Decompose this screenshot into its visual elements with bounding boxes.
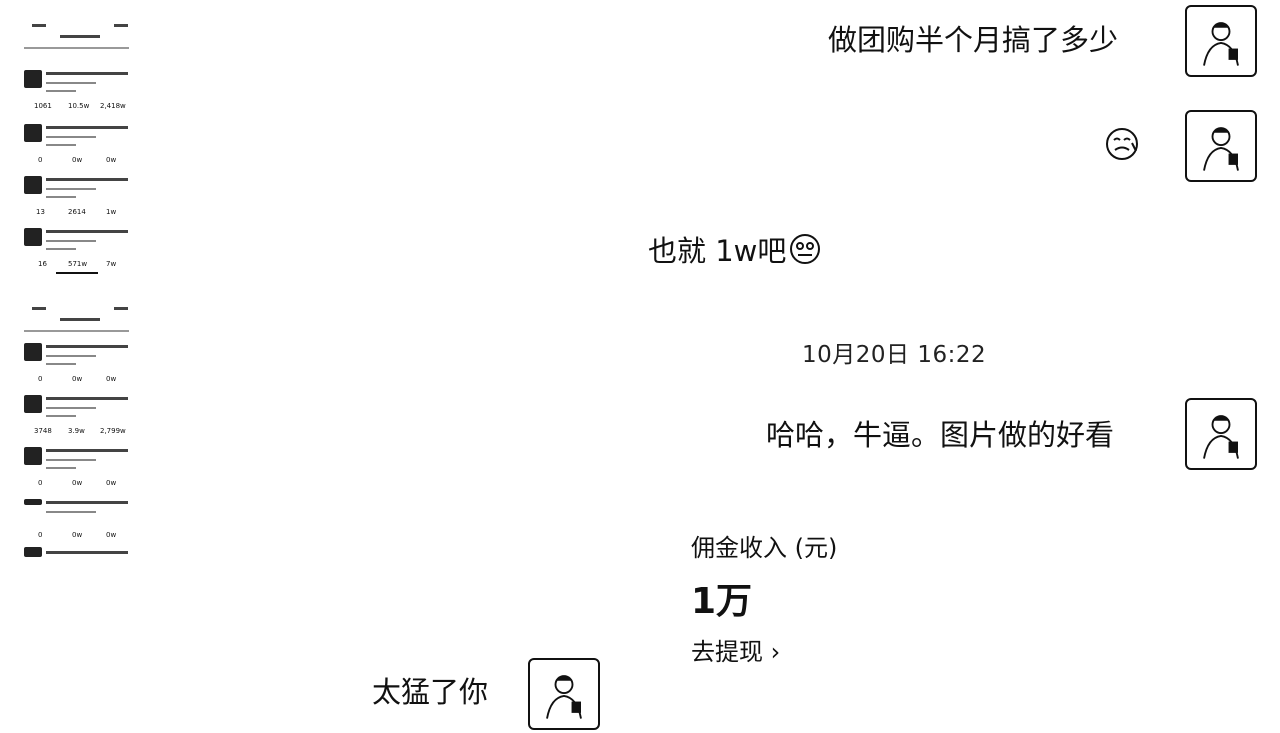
list-item[interactable]: 0 0w 0w <box>24 122 132 172</box>
avatar-person-icon[interactable] <box>1185 110 1257 182</box>
stat-value: 0w <box>72 479 83 487</box>
thumb-item-title <box>46 449 128 452</box>
stat-value: 0 <box>38 156 43 164</box>
thumb-item-sub <box>46 467 76 469</box>
thumb-item-icon <box>24 499 42 505</box>
thumb-item-sub <box>46 511 96 513</box>
stat-value: 0w <box>106 531 117 539</box>
chat-timestamp: 10月20日 16:22 <box>802 342 987 368</box>
message-bubble[interactable]: 也就 1w吧 <box>648 232 822 274</box>
thumb-header <box>32 24 46 27</box>
earnings-amount: 1万 <box>691 581 753 622</box>
stat-value: 0w <box>106 156 117 164</box>
stat-value: 2614 <box>68 208 86 216</box>
stat-value: 0w <box>106 479 117 487</box>
list-item[interactable]: 0 0w 0w <box>24 341 132 391</box>
stat-value: 0w <box>72 531 83 539</box>
earnings-title: 佣金收入 (元) <box>691 534 838 562</box>
thumb-item-sub <box>46 415 76 417</box>
stat-value: 13 <box>36 208 45 216</box>
thumb-item-icon <box>24 70 42 88</box>
message-text: 也就 1w吧 <box>648 234 787 268</box>
avatar-person-icon[interactable] <box>528 658 600 730</box>
thumb-item-sub <box>46 90 76 92</box>
thumb-item-sub <box>46 459 96 461</box>
thumb-item-title <box>46 178 128 181</box>
thumb-item-icon <box>24 176 42 194</box>
list-item[interactable]: 3748 3.9w 2,799w <box>24 393 132 443</box>
thumb-item-icon <box>24 343 42 361</box>
list-item[interactable]: 1061 10.5w 2,418w <box>24 68 132 118</box>
stat-value: 1w <box>106 208 117 216</box>
stat-value: 0 <box>38 479 43 487</box>
thumb-item-sub <box>46 136 96 138</box>
thumb-item-title <box>46 345 128 348</box>
avatar-person-icon <box>1203 22 1239 66</box>
thumb-item-sub <box>46 407 96 409</box>
avatar-person-icon[interactable] <box>1185 398 1257 470</box>
thumb-item-title <box>46 551 128 554</box>
thumbnail-screenshot-bottom[interactable]: 0 0w 0w 3748 3.9w 2,799w 0 0w 0w 0 0w 0w <box>24 305 134 560</box>
message-bubble[interactable]: 哈哈，牛逼。图片做的好看 <box>766 417 1114 453</box>
list-item[interactable]: 0 0w 0w <box>24 445 132 495</box>
stat-value: 1061 <box>34 102 52 110</box>
thumb-item-title <box>46 501 128 504</box>
avatar-person-icon <box>1203 127 1239 171</box>
thumb-item-title <box>46 230 128 233</box>
list-item[interactable]: 0 0w 0w <box>24 497 132 547</box>
stat-value: 2,799w <box>100 427 126 435</box>
list-item[interactable]: 16 571w 7w <box>24 226 132 274</box>
thumb-item-sub <box>46 82 96 84</box>
thumb-item-icon <box>24 124 42 142</box>
thumb-tabs <box>24 47 129 49</box>
avatar-person-icon[interactable] <box>1185 5 1257 77</box>
stat-value: 7w <box>106 260 117 268</box>
message-bubble[interactable]: 做团购半个月搞了多少 <box>828 22 1118 58</box>
thumb-item-sub <box>46 144 76 146</box>
stat-value: 0 <box>38 375 43 383</box>
thumb-title <box>60 35 100 38</box>
list-item[interactable]: 13 2614 1w <box>24 174 132 224</box>
withdraw-link[interactable]: 去提现 › <box>691 632 780 667</box>
thumb-header <box>32 307 46 310</box>
stat-value: 3.9w <box>68 427 85 435</box>
thumb-item-icon <box>24 395 42 413</box>
thumb-item-sub <box>46 355 96 357</box>
stat-value: 0w <box>72 156 83 164</box>
thumbnail-screenshot-top[interactable]: 1061 10.5w 2,418w 0 0w 0w 13 2614 1w 16 … <box>24 22 134 274</box>
stat-value: 16 <box>38 260 47 268</box>
thumb-header <box>114 307 128 310</box>
thumb-item-title <box>46 397 128 400</box>
thumb-header <box>114 24 128 27</box>
crying-face-icon <box>1103 125 1141 163</box>
thumb-item-sub <box>46 196 76 198</box>
thumb-item-icon <box>24 447 42 465</box>
stat-value: 3748 <box>34 427 52 435</box>
thumb-tabs <box>24 330 129 332</box>
thumb-item-sub <box>46 363 76 365</box>
thumb-item-title <box>46 126 128 129</box>
stat-value: 10.5w <box>68 102 90 110</box>
stat-value: 0w <box>72 375 83 383</box>
thumb-item-icon <box>24 547 42 557</box>
stat-value: 0 <box>38 531 43 539</box>
thumb-tab-underline <box>56 272 98 274</box>
stat-value: 0w <box>106 375 117 383</box>
thumb-title <box>60 318 100 321</box>
grimace-face-icon <box>788 232 822 274</box>
stat-value: 2,418w <box>100 102 126 110</box>
thumb-item-sub <box>46 188 96 190</box>
thumb-item-icon <box>24 228 42 246</box>
avatar-person-icon <box>1203 415 1239 459</box>
message-bubble[interactable]: 太猛了你 <box>372 674 488 710</box>
thumb-item-sub <box>46 248 76 250</box>
thumb-item-sub <box>46 240 96 242</box>
avatar-person-icon <box>546 675 582 719</box>
stat-value: 571w <box>68 260 88 268</box>
thumb-item-title <box>46 72 128 75</box>
